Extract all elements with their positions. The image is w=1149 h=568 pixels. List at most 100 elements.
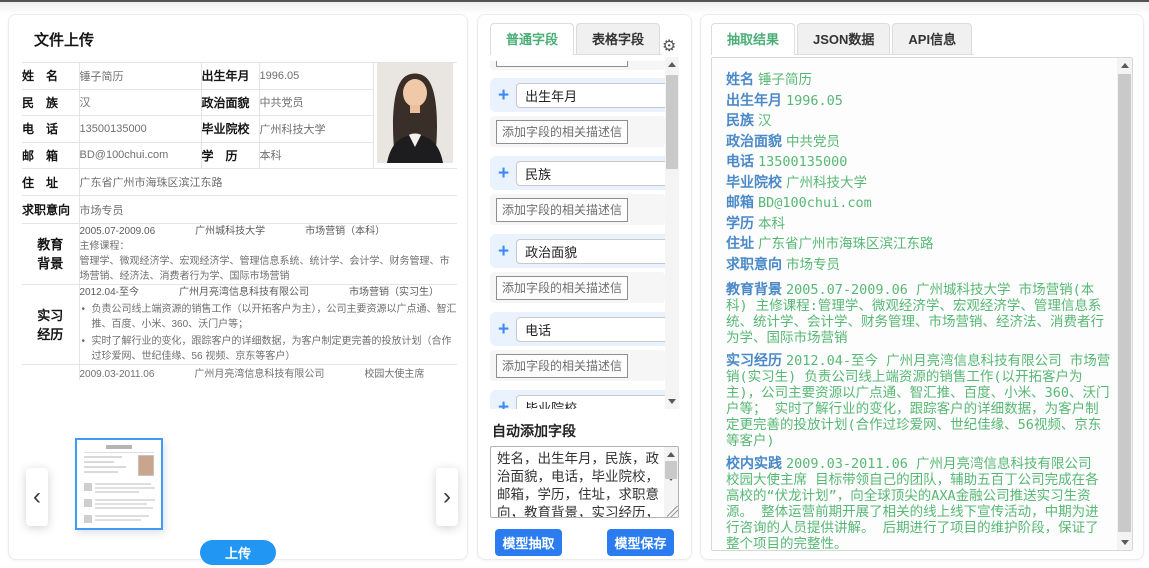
resume-label: 出生年月 bbox=[201, 63, 259, 90]
add-field-icon[interactable]: + bbox=[498, 86, 509, 105]
result-field-label: 邮箱 bbox=[726, 194, 754, 210]
thumbnail-section bbox=[84, 499, 154, 511]
field-desc-input[interactable] bbox=[496, 198, 628, 222]
field-item: + ✕ bbox=[490, 312, 665, 381]
field-desc-input[interactable] bbox=[496, 61, 628, 67]
scroll-up-icon[interactable] bbox=[668, 62, 676, 67]
result-scrollbar[interactable] bbox=[1117, 58, 1132, 550]
result-entry: 政治面貌中共党员 bbox=[726, 132, 1111, 153]
result-field-value: 广州科技大学 bbox=[786, 175, 867, 191]
resume-value: 广州科技大学 bbox=[259, 116, 373, 143]
resume-value: 锤子简历 bbox=[79, 63, 201, 90]
resize-grip-icon[interactable] bbox=[667, 506, 678, 517]
result-field-label: 求职意向 bbox=[726, 256, 782, 272]
field-name-input[interactable] bbox=[516, 161, 665, 186]
result-entry: 电话13500135000 bbox=[726, 152, 1111, 173]
result-field-value: 广东省广州市海珠区滨江东路 bbox=[758, 236, 934, 252]
add-field-icon[interactable]: + bbox=[498, 398, 509, 410]
field-desc-input[interactable] bbox=[496, 354, 628, 378]
resume-table: 姓 名 锤子简历 出生年月 1996.05 民 族 汉 bbox=[22, 62, 457, 380]
carousel-next-button[interactable]: › bbox=[436, 468, 458, 526]
resume-thumbnail[interactable] bbox=[75, 438, 163, 530]
thumbnail-section bbox=[84, 483, 154, 495]
resume-value: 广东省广州市海珠区滨江东路 bbox=[79, 169, 457, 196]
scroll-down-icon[interactable] bbox=[668, 399, 676, 404]
result-field-value: 1996.05 bbox=[786, 93, 843, 109]
model-extract-button[interactable]: 模型抽取 bbox=[495, 529, 562, 556]
scroll-down-icon[interactable] bbox=[1121, 540, 1129, 545]
resume-label: 学 历 bbox=[201, 142, 259, 169]
resume-value: 中共党员 bbox=[259, 89, 373, 116]
resume-value: 本科 bbox=[259, 142, 373, 169]
resume-value: 13500135000 bbox=[79, 116, 201, 143]
add-field-icon[interactable]: + bbox=[498, 320, 509, 339]
scrollbar-thumb[interactable] bbox=[1118, 74, 1131, 532]
field-name-input[interactable] bbox=[516, 83, 665, 108]
field-item: + ✕ bbox=[490, 234, 665, 303]
field-name-box: + bbox=[490, 390, 665, 409]
scroll-up-icon[interactable] bbox=[1121, 63, 1129, 68]
result-entry: 教育背景2005.07-2009.06 广州城科技大学 市场营销(本科) 主修课… bbox=[726, 281, 1111, 346]
field-desc-input[interactable] bbox=[496, 120, 628, 144]
resume-section-label: 实习 经历 bbox=[22, 285, 79, 365]
scrollbar-thumb[interactable] bbox=[665, 461, 677, 479]
result-field-label: 毕业院校 bbox=[726, 174, 782, 190]
resume-label: 电 话 bbox=[22, 116, 79, 143]
result-field-value: 2005.07-2009.06 广州城科技大学 市场营销(本科) 主修课程:管理… bbox=[726, 282, 1104, 346]
resume-label: 政治面貌 bbox=[201, 89, 259, 116]
resume-preview: 姓 名 锤子简历 出生年月 1996.05 民 族 汉 bbox=[22, 62, 461, 424]
tab-api-info[interactable]: API信息 bbox=[892, 23, 972, 54]
result-field-value: 2012.04-至今 广州月亮湾信息科技有限公司 市场营销(实习生) 负责公司线… bbox=[726, 353, 1110, 449]
field-item: + ✕ bbox=[490, 156, 665, 225]
result-field-label: 姓名 bbox=[726, 71, 754, 87]
clipped-field-row bbox=[490, 61, 665, 70]
result-entry: 学历本科 bbox=[726, 214, 1111, 235]
tab-json-data[interactable]: JSON数据 bbox=[797, 23, 890, 54]
window-top-edge bbox=[0, 0, 1149, 2]
field-name-box: + bbox=[490, 78, 665, 112]
field-list: + ✕ + ✕ bbox=[490, 57, 665, 409]
field-name-input[interactable] bbox=[516, 395, 665, 410]
tab-extract-result[interactable]: 抽取结果 bbox=[711, 23, 795, 55]
settings-gear-icon[interactable]: ⚙ bbox=[662, 39, 676, 55]
result-entry: 住址广东省广州市海珠区滨江东路 bbox=[726, 234, 1111, 255]
upload-button[interactable]: 上传 bbox=[200, 540, 276, 565]
result-field-label: 出生年月 bbox=[726, 92, 782, 108]
resume-value: 市场专员 bbox=[79, 196, 457, 224]
carousel-prev-button[interactable]: ‹ bbox=[26, 468, 48, 526]
result-entry: 求职意向市场专员 bbox=[726, 255, 1111, 276]
add-field-icon[interactable]: + bbox=[498, 164, 509, 183]
thumbnail-section bbox=[84, 515, 154, 523]
scroll-up-icon[interactable] bbox=[667, 452, 675, 457]
field-list-scrollbar[interactable] bbox=[665, 57, 679, 409]
result-content: 姓名锤子简历 出生年月1996.05 民族汉 政治面貌中共党员 电话135001… bbox=[712, 58, 1117, 550]
result-field-label: 实习经历 bbox=[726, 352, 782, 368]
resume-label: 住 址 bbox=[22, 169, 79, 196]
result-entry: 校内实践2009.03-2011.06 广州月亮湾信息科技有限公司 校园大使主席… bbox=[726, 455, 1111, 550]
results-panel: 抽取结果 JSON数据 API信息 姓名锤子简历 出生年月1996.05 民族汉… bbox=[700, 14, 1144, 560]
thumbnail-photo bbox=[138, 455, 154, 476]
add-field-icon[interactable]: + bbox=[498, 242, 509, 261]
result-field-label: 电话 bbox=[726, 153, 754, 169]
result-field-label: 校内实践 bbox=[726, 455, 782, 471]
field-name-input[interactable] bbox=[516, 239, 665, 264]
bullet-item: 实时了解行业的变化，跟踪客户的详细数据，为客户制定更完善的投放计划（合作过珍爱网… bbox=[80, 334, 458, 364]
tab-table-fields[interactable]: 表格字段 bbox=[576, 23, 660, 54]
internship-content: 2012.04-至今 广州月亮湾信息科技有限公司 市场营销（实习生） 负责公司线… bbox=[79, 285, 457, 365]
clipped-row-content: 2009.03-2011.06 广州月亮湾信息科技有限公司 校园大使主席 bbox=[79, 365, 457, 381]
resume-value: BD@100chui.com bbox=[79, 142, 201, 169]
field-desc-input[interactable] bbox=[496, 276, 628, 300]
tab-normal-fields[interactable]: 普通字段 bbox=[490, 23, 574, 55]
field-desc-box bbox=[490, 272, 665, 303]
file-upload-panel: 文件上传 姓 名 锤子简历 出生年月 1996.05 bbox=[8, 14, 468, 560]
field-desc-box bbox=[490, 194, 665, 225]
result-entry: 邮箱BD@100chui.com bbox=[726, 193, 1111, 214]
model-save-button[interactable]: 模型保存 bbox=[607, 529, 674, 556]
field-name-input[interactable] bbox=[516, 317, 665, 342]
auto-add-fields-textarea[interactable]: 姓名，出生年月，民族，政治面貌，电话，毕业院校，邮箱，学历，住址，求职意向，教育… bbox=[490, 446, 679, 518]
thumbnail-title-bar bbox=[106, 445, 132, 449]
resume-value: 1996.05 bbox=[259, 63, 373, 90]
field-list-scroll-area: + ✕ + ✕ bbox=[490, 57, 679, 409]
scrollbar-thumb[interactable] bbox=[666, 75, 678, 169]
field-desc-box bbox=[490, 350, 665, 381]
